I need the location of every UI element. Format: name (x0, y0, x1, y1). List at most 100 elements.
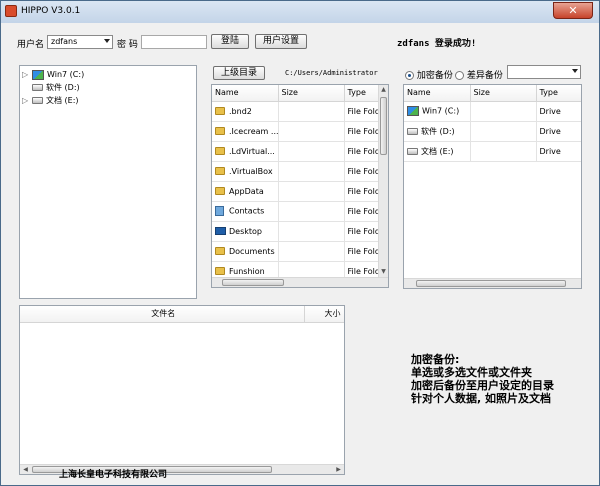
user-settings-button[interactable]: 用户设置 (255, 34, 307, 49)
drive-icon (32, 97, 43, 104)
drive-size (470, 141, 537, 162)
username-select[interactable]: zdfans (47, 35, 113, 49)
contacts-icon (215, 206, 224, 216)
file-type: File Folder (344, 161, 380, 182)
radio-diff-backup[interactable]: 差异备份 (455, 68, 503, 81)
file-type: File Folder (344, 101, 380, 122)
password-field[interactable] (141, 35, 207, 49)
info-text: 加密备份: 单选或多选文件或文件夹 加密后备份至用户设定的目录 针对个人数据, … (411, 353, 554, 405)
file-size (278, 241, 345, 262)
info-line: 加密后备份至用户设定的目录 (411, 379, 554, 392)
table-row[interactable]: .Icecream ... File Folder (212, 121, 380, 142)
column-header-name[interactable]: Name (212, 85, 279, 102)
file-name: AppData (229, 186, 264, 196)
drive-type: Drive (536, 141, 581, 162)
drive-icon (32, 84, 43, 91)
file-name: Documents (229, 246, 275, 256)
selected-files-table: 文件名 大小 (20, 306, 344, 323)
folder-icon (215, 147, 225, 155)
file-type: File Folder (344, 221, 380, 242)
file-list-hscrollbar[interactable] (212, 277, 388, 287)
file-type: File Folder (344, 141, 380, 162)
tree-item-label: 软件 (D:) (46, 83, 80, 92)
column-header-size[interactable]: 大小 (304, 306, 344, 323)
table-row[interactable]: Contacts File Folder (212, 201, 380, 222)
file-name: Desktop (229, 226, 262, 236)
info-line: 针对个人数据, 如照片及文档 (411, 392, 552, 405)
backup-table-header: Name Size Type (404, 85, 581, 102)
scroll-thumb[interactable] (416, 280, 566, 287)
table-row[interactable]: Documents File Folder (212, 241, 380, 262)
backup-drive-list[interactable]: Name Size Type Win7 (C:) Drive 软件 (D:) Dri… (403, 84, 582, 289)
drive-icon (407, 147, 418, 155)
backup-list-hscrollbar[interactable] (404, 278, 581, 288)
column-header-size[interactable]: Size (470, 85, 537, 102)
scroll-left-icon[interactable]: ◀ (21, 466, 30, 474)
scroll-up-icon[interactable]: ▲ (379, 86, 388, 94)
info-line: 单选或多选文件或文件夹 (411, 366, 532, 379)
expand-icon[interactable]: ▷ (22, 68, 32, 82)
column-header-filename[interactable]: 文件名 (20, 306, 305, 323)
file-list[interactable]: Name Size Type .bnd2 File Folder .Icecrea… (211, 84, 389, 288)
scroll-thumb[interactable] (380, 97, 387, 155)
scroll-thumb[interactable] (222, 279, 284, 286)
table-row[interactable]: Desktop File Folder (212, 221, 380, 242)
table-row[interactable]: .bnd2 File Folder (212, 101, 380, 122)
file-size (278, 161, 345, 182)
drive-tree[interactable]: ▷ Win7 (C:) 软件 (D:) ▷ 文档 (E:) (19, 65, 197, 299)
folder-icon (215, 167, 225, 175)
file-size (278, 181, 345, 202)
column-header-name[interactable]: Name (404, 85, 471, 102)
drive-name: 软件 (D:) (421, 126, 455, 136)
file-size (278, 141, 345, 162)
file-table: Name Size Type .bnd2 File Folder .Icecrea… (212, 85, 380, 282)
column-header-type[interactable]: Type (344, 85, 380, 102)
tree-item-e[interactable]: ▷ 文档 (E:) (22, 94, 79, 108)
radio-unselected-icon (455, 71, 464, 80)
parent-directory-button[interactable]: 上级目录 (213, 66, 265, 80)
info-line: 加密备份: (411, 353, 460, 366)
table-row[interactable]: AppData File Folder (212, 181, 380, 202)
column-header-type[interactable]: Type (536, 85, 581, 102)
file-name: .VirtualBox (229, 166, 273, 176)
footer-company: 上海长皇电子科技有限公司 (59, 470, 168, 480)
windows-drive-icon (32, 69, 44, 80)
table-row[interactable]: .LdVirtual... File Folder (212, 141, 380, 162)
selected-files-header: 文件名 大小 (20, 306, 344, 323)
table-row[interactable]: 软件 (D:) Drive (404, 121, 581, 142)
folder-icon (215, 187, 225, 195)
tree-item-label: 文档 (E:) (46, 96, 79, 105)
file-type: File Folder (344, 181, 380, 202)
table-row[interactable]: .VirtualBox File Folder (212, 161, 380, 182)
selected-files-list[interactable]: 文件名 大小 ◀ ▶ (19, 305, 345, 475)
backup-target-select[interactable] (507, 65, 581, 79)
tree-item-c[interactable]: ▷ Win7 (C:) (22, 68, 84, 82)
login-button[interactable]: 登陆 (211, 34, 249, 49)
folder-icon (215, 247, 225, 255)
folder-icon (215, 127, 225, 135)
file-size (278, 101, 345, 122)
scroll-right-icon[interactable]: ▶ (334, 466, 343, 474)
table-row[interactable]: 文档 (E:) Drive (404, 141, 581, 162)
tree-item-label: Win7 (C:) (47, 70, 85, 79)
scroll-down-icon[interactable]: ▼ (379, 268, 388, 276)
window-title: HIPPO V3.0.1 (21, 6, 81, 16)
expand-icon[interactable]: ▷ (22, 94, 32, 108)
radio-encrypt-backup[interactable]: 加密备份 (405, 68, 453, 81)
file-name: .Icecream ... (229, 126, 278, 136)
close-button[interactable]: ✕ (553, 2, 593, 19)
table-row[interactable]: Win7 (C:) Drive (404, 101, 581, 122)
drive-type: Drive (536, 101, 581, 122)
title-bar[interactable]: HIPPO V3.0.1 ✕ (1, 1, 599, 23)
drive-size (470, 121, 537, 142)
file-list-vscrollbar[interactable]: ▲ ▼ (378, 85, 388, 277)
tree-item-d[interactable]: 软件 (D:) (22, 81, 80, 95)
backup-drive-table: Name Size Type Win7 (C:) Drive 软件 (D:) Dri… (404, 85, 581, 162)
column-header-size[interactable]: Size (278, 85, 345, 102)
radio-encrypt-label: 加密备份 (416, 71, 453, 81)
password-label: 密 码 (117, 40, 138, 50)
drive-name: 文档 (E:) (421, 146, 454, 156)
file-name: Contacts (229, 206, 265, 216)
app-logo-icon (5, 5, 17, 17)
drive-size (470, 101, 537, 122)
